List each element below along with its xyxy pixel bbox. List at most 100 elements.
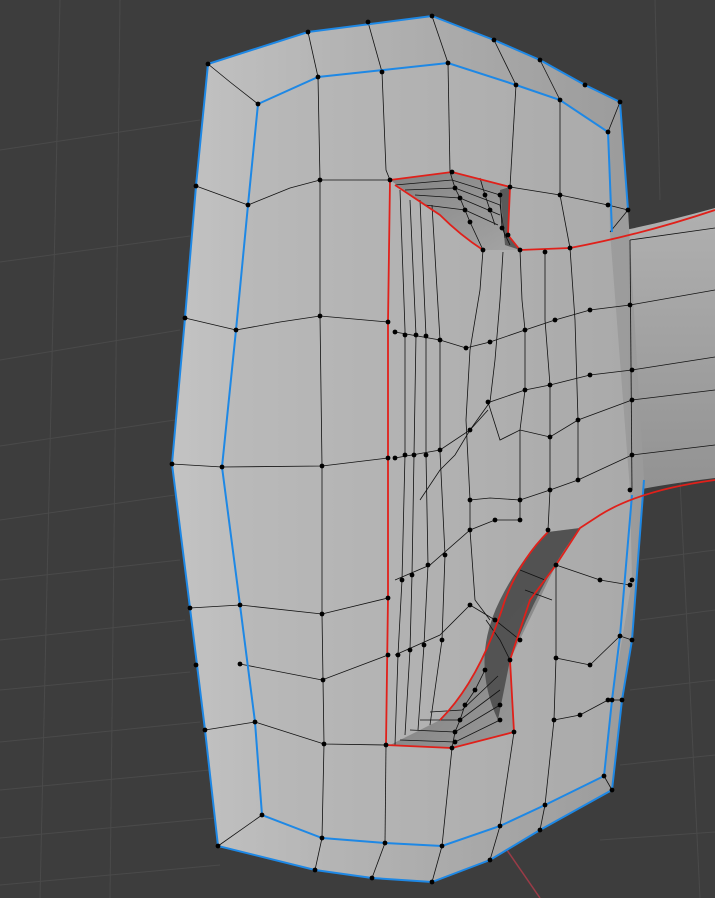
- mesh-vertex[interactable]: [482, 667, 488, 673]
- mesh-vertex[interactable]: [392, 329, 398, 335]
- mesh-vertex[interactable]: [457, 717, 463, 723]
- mesh-vertex[interactable]: [545, 527, 551, 533]
- mesh-vertex[interactable]: [365, 19, 371, 25]
- mesh-vertex[interactable]: [169, 461, 175, 467]
- mesh-vertex[interactable]: [252, 719, 258, 725]
- mesh-vertex[interactable]: [385, 652, 391, 658]
- mesh-vertex[interactable]: [383, 742, 389, 748]
- mesh-vertex[interactable]: [605, 202, 611, 208]
- mesh-vertex[interactable]: [429, 879, 435, 885]
- mesh-vertex[interactable]: [629, 367, 635, 373]
- mesh-vertex[interactable]: [467, 497, 473, 503]
- mesh-vertex[interactable]: [399, 577, 405, 583]
- mesh-vertex[interactable]: [439, 843, 445, 849]
- mesh-vertex[interactable]: [587, 307, 593, 313]
- mesh-vertex[interactable]: [497, 717, 503, 723]
- mesh-vertex[interactable]: [517, 497, 523, 503]
- mesh-vertex[interactable]: [472, 687, 478, 693]
- mesh-vertex[interactable]: [202, 727, 208, 733]
- mesh-vertex[interactable]: [245, 202, 251, 208]
- mesh-vertex[interactable]: [605, 129, 611, 135]
- mesh-vertex[interactable]: [487, 207, 493, 213]
- mesh-vertex[interactable]: [452, 739, 458, 745]
- mesh-vertex[interactable]: [321, 741, 327, 747]
- mesh-vertex[interactable]: [315, 74, 321, 80]
- mesh-vertex[interactable]: [575, 477, 581, 483]
- mesh-vertex[interactable]: [517, 637, 523, 643]
- mesh-vertex[interactable]: [423, 452, 429, 458]
- mesh-vertex[interactable]: [379, 69, 385, 75]
- mesh-vertex[interactable]: [552, 317, 558, 323]
- mesh-vertex[interactable]: [625, 207, 631, 213]
- mesh-vertex[interactable]: [407, 647, 413, 653]
- mesh-vertex[interactable]: [619, 697, 625, 703]
- mesh-vertex[interactable]: [395, 652, 401, 658]
- mesh-vertex[interactable]: [551, 717, 557, 723]
- mesh-vertex[interactable]: [605, 697, 611, 703]
- mesh-vertex[interactable]: [463, 345, 469, 351]
- mesh-vertex[interactable]: [487, 339, 493, 345]
- mesh-vertex[interactable]: [517, 247, 523, 253]
- mesh-vertex[interactable]: [482, 192, 488, 198]
- mesh-vertex[interactable]: [385, 595, 391, 601]
- mesh-vertex[interactable]: [219, 464, 225, 470]
- mesh-vertex[interactable]: [409, 572, 415, 578]
- mesh-vertex[interactable]: [387, 177, 393, 183]
- mesh-vertex[interactable]: [437, 337, 443, 343]
- mesh-vertex[interactable]: [537, 57, 543, 63]
- mesh-vertex[interactable]: [382, 840, 388, 846]
- mesh-vertex[interactable]: [617, 99, 623, 105]
- mesh-vertex[interactable]: [413, 332, 419, 338]
- mesh-vertex[interactable]: [237, 661, 243, 667]
- mesh-vertex[interactable]: [537, 827, 543, 833]
- mesh-vertex[interactable]: [492, 617, 498, 623]
- mesh-vertex[interactable]: [601, 773, 607, 779]
- mesh-vertex[interactable]: [567, 245, 573, 251]
- mesh-vertex[interactable]: [629, 577, 635, 583]
- mesh-vertex[interactable]: [442, 552, 448, 558]
- mesh-vertex[interactable]: [437, 447, 443, 453]
- mesh-vertex[interactable]: [467, 219, 473, 225]
- mesh-vertex[interactable]: [497, 192, 503, 198]
- mesh-vertex[interactable]: [491, 37, 497, 43]
- mesh-vertex[interactable]: [587, 372, 593, 378]
- mesh-vertex[interactable]: [182, 315, 188, 321]
- mesh-vertex[interactable]: [513, 82, 519, 88]
- mesh-vertex[interactable]: [497, 823, 503, 829]
- mesh-vertex[interactable]: [319, 611, 325, 617]
- mesh-vertex[interactable]: [629, 452, 635, 458]
- mesh-vertex[interactable]: [492, 517, 498, 523]
- mesh-vertex[interactable]: [467, 427, 473, 433]
- mesh-vertex[interactable]: [511, 729, 517, 735]
- mesh-vertex[interactable]: [557, 192, 563, 198]
- mesh-vertex[interactable]: [627, 302, 633, 308]
- mesh-vertex[interactable]: [487, 857, 493, 863]
- mesh-vertex[interactable]: [507, 657, 513, 663]
- mesh-vertex[interactable]: [499, 225, 505, 231]
- mesh-vertex[interactable]: [449, 745, 455, 751]
- 3d-viewport[interactable]: [0, 0, 715, 898]
- mesh-vertex[interactable]: [205, 61, 211, 67]
- mesh-vertex[interactable]: [547, 382, 553, 388]
- mesh-vertex[interactable]: [319, 463, 325, 469]
- mesh-vertex[interactable]: [497, 702, 503, 708]
- mesh-vertex[interactable]: [507, 184, 513, 190]
- mesh-vertex[interactable]: [369, 875, 375, 881]
- mesh-vertex[interactable]: [553, 562, 559, 568]
- mesh-vertex[interactable]: [305, 29, 311, 35]
- mesh-vertex[interactable]: [597, 577, 603, 583]
- mesh-vertex[interactable]: [522, 387, 528, 393]
- mesh-vertex[interactable]: [233, 327, 239, 333]
- mesh-vertex[interactable]: [462, 702, 468, 708]
- mesh-vertex[interactable]: [255, 101, 261, 107]
- mesh-vertex[interactable]: [402, 332, 408, 338]
- mesh-vertex[interactable]: [215, 843, 221, 849]
- mesh-vertex[interactable]: [312, 867, 318, 873]
- mesh-vertex[interactable]: [317, 313, 323, 319]
- mesh-vertex[interactable]: [385, 455, 391, 461]
- mesh-vertex[interactable]: [582, 82, 588, 88]
- mesh-vertex[interactable]: [522, 327, 528, 333]
- mesh-vertex[interactable]: [402, 452, 408, 458]
- mesh-vertex[interactable]: [547, 487, 553, 493]
- mesh-vertex[interactable]: [542, 249, 548, 255]
